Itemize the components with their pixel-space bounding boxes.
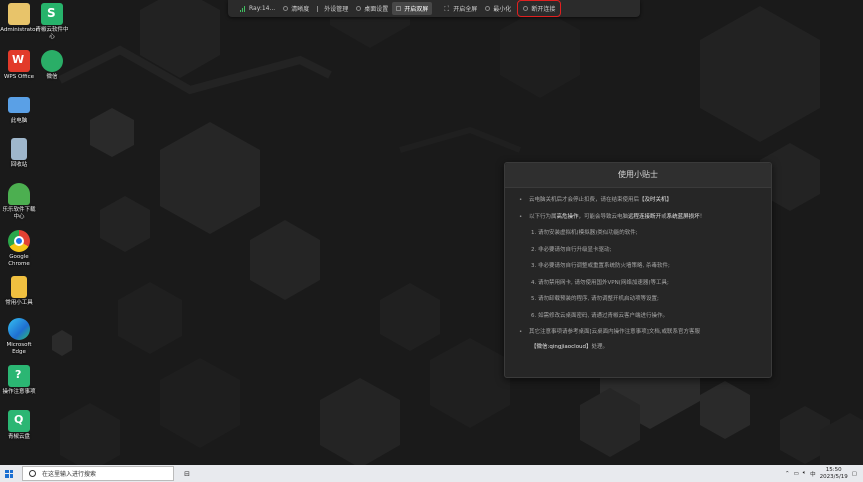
computer-icon	[8, 97, 30, 113]
toolbar-fullscreen-label: 开启全屏	[453, 6, 478, 13]
disconnect-icon	[523, 6, 529, 11]
tip-sub-item: 4. 请勿禁用网卡, 请勿使用国外VPN(网络加速器)等工具;	[531, 279, 669, 286]
ime-icon[interactable]: 中	[810, 470, 816, 478]
tip-sub-item: 3. 非必要请勿自行调整或重置系统防火墙策略, 杀毒软件;	[531, 263, 670, 269]
folder-user-icon	[8, 3, 30, 25]
toolbar-ray-status[interactable]: Ray:14...	[236, 2, 279, 15]
volume-icon[interactable]: 🔈︎	[803, 470, 806, 477]
tip-strong: 【微信:qingjiaocloud】	[531, 343, 592, 350]
taskbar: 在这里输入进行搜索 ⊟ ⌃ ▭ 🔈︎ 中 15:50 2023/5/19 ▢	[0, 465, 863, 482]
tip-sub-item: 6. 如需修改云桌面密码, 请通过青椒云客户端进行操作。	[531, 312, 668, 319]
tip-text: ，可能会导致云电脑	[578, 213, 629, 220]
taskbar-search-box[interactable]: 在这里输入进行搜索	[22, 466, 174, 481]
qingjiao-s-icon: S	[41, 3, 63, 25]
clock-date: 2023/5/19	[819, 473, 848, 480]
desktop-icon-qingjiao-center[interactable]: S 青椒云软件中心	[33, 3, 71, 41]
desktop-icon-download-center[interactable]: 乐乐软件下载中心	[0, 183, 38, 221]
desktop: Administrator S 青椒云软件中心 W WPS Office 微信 …	[0, 0, 863, 465]
signal-icon	[240, 5, 246, 12]
wps-icon: W	[8, 50, 30, 72]
toolbar-disconnect-label: 断开连接	[531, 6, 556, 13]
toolbar-disconnect-button[interactable]: 断开连接	[517, 0, 562, 17]
task-view-icon: ⊟	[184, 469, 190, 478]
start-button[interactable]	[0, 465, 18, 482]
toolbar-dual-screen-label: 开启双屏	[404, 6, 429, 13]
fullscreen-icon: ⛶	[444, 4, 450, 13]
desktop-icon-wechat[interactable]: 微信	[33, 50, 71, 81]
desktop-icon-label: 青椒云盘	[7, 434, 30, 440]
minimize-icon	[485, 6, 491, 11]
tip-sub-item: 5. 请勿卸载预装的程序, 请勿调整开机启动项等设置;	[531, 296, 659, 302]
wechat-icon	[41, 50, 63, 72]
note-icon: ?	[8, 365, 30, 387]
desktop-icon-cloud-disk[interactable]: Q 青椒云盘	[0, 410, 38, 441]
tools-folder-icon	[11, 276, 27, 298]
toolbar-clarity-label: 清晰度	[291, 6, 310, 13]
tip-item: • 云电脑关机后才会停止扣费，请在结束使用后【及时关机】	[519, 197, 673, 203]
desktop-icon-tools[interactable]: 常用小工具	[0, 276, 38, 307]
toolbar-peripheral-label: 外设管理	[324, 6, 349, 13]
desktop-icon-label: Google Chrome	[8, 254, 30, 267]
tips-title: 使用小贴士	[505, 163, 771, 188]
network-icon[interactable]: ▭	[794, 471, 799, 477]
tip-text: ！	[699, 213, 706, 220]
desktop-icon-label: 青椒云软件中心	[35, 27, 69, 40]
desktop-icon-label: 操作注意事项	[2, 389, 36, 395]
tip-text: 云电脑关机后才会停止扣费，请在结束使用后	[529, 197, 640, 203]
taskbar-clock[interactable]: 15:50 2023/5/19	[820, 467, 848, 480]
tip-sub-item: 2. 非必要请勿自行升级显卡驱动;	[531, 246, 612, 253]
recycle-bin-icon	[11, 138, 27, 160]
clarity-icon	[283, 6, 289, 11]
search-placeholder: 在这里输入进行搜索	[42, 471, 97, 478]
desktop-icon-chrome[interactable]: Google Chrome	[0, 230, 38, 268]
tips-body: • 云电脑关机后才会停止扣费，请在结束使用后【及时关机】 • 以下行为属高危操作…	[505, 188, 771, 351]
desktop-icon-label: 乐乐软件下载中心	[2, 207, 36, 220]
toolbar-desktop-settings[interactable]: 桌面设置	[352, 2, 392, 15]
cloud-disk-icon: Q	[8, 410, 30, 432]
edge-icon	[8, 318, 30, 340]
toolbar-fullscreen[interactable]: ⛶ 开启全屏	[440, 2, 481, 15]
tip-item: • 其它注意事项请参考桌面[云桌面内操作注意事项]文档,或联系官方客服	[519, 329, 701, 335]
toolbar-dual-screen[interactable]: 开启双屏	[392, 2, 433, 15]
toolbar-desktop-settings-label: 桌面设置	[364, 6, 389, 13]
tip-strong: 【及时关机】	[639, 197, 673, 203]
desktop-icon-label: 回收站	[10, 162, 28, 168]
tips-panel: 使用小贴士 • 云电脑关机后才会停止扣费，请在结束使用后【及时关机】 • 以下行…	[504, 162, 772, 378]
desktop-icon-notes[interactable]: ? 操作注意事项	[0, 365, 38, 396]
toolbar-ray-label: Ray:14...	[249, 5, 276, 12]
chrome-icon	[8, 230, 30, 252]
desktop-icon-label: 微信	[46, 74, 58, 80]
tip-strong: 远程连接断开	[628, 213, 662, 220]
toolbar-clarity[interactable]: 清晰度	[279, 2, 313, 15]
task-view-button[interactable]: ⊟	[180, 466, 194, 481]
tip-continuation: 【微信:qingjiaocloud】处理。	[519, 343, 759, 351]
peripheral-icon	[317, 5, 321, 12]
tip-text: 处理。	[591, 343, 609, 350]
tip-sub-item: 1. 请勿安装虚拟机(模拟器)类似功能的软件;	[531, 230, 638, 236]
dual-screen-icon	[396, 6, 402, 11]
toolbar-minimize[interactable]: 最小化	[481, 2, 515, 15]
notification-icon[interactable]: ▢	[852, 471, 857, 477]
toolbar-peripheral[interactable]: 外设管理	[313, 2, 352, 15]
tip-strong: 系统蓝屏损坏	[666, 213, 700, 220]
tip-text: 以下行为属	[529, 213, 557, 220]
tip-strong: 高危操作	[556, 213, 579, 220]
desktop-icon-edge[interactable]: Microsoft Edge	[0, 318, 38, 356]
desktop-icon-this-pc[interactable]: 此电脑	[0, 94, 38, 125]
search-icon	[29, 470, 36, 477]
desktop-icon-label: 此电脑	[10, 118, 28, 124]
toolbar-minimize-label: 最小化	[493, 6, 512, 13]
remote-toolbar: Ray:14... 清晰度 外设管理 桌面设置 开启双屏 ⛶ 开启全屏 最小化	[228, 0, 640, 17]
tip-item: • 以下行为属高危操作，可能会导致云电脑远程连接断开或系统蓝屏损坏！	[519, 213, 706, 220]
windows-logo-icon	[5, 469, 13, 478]
desktop-settings-icon	[356, 6, 362, 11]
tip-text: 其它注意事项请参考桌面[云桌面内操作注意事项]文档,或联系官方客服	[529, 329, 701, 335]
system-tray: ⌃ ▭ 🔈︎ 中 15:50 2023/5/19 ▢	[785, 465, 863, 482]
tree-icon	[8, 183, 30, 205]
desktop-icon-label: Microsoft Edge	[6, 342, 32, 355]
desktop-icon-recycle-bin[interactable]: 回收站	[0, 138, 38, 169]
tray-overflow-chevron-icon[interactable]: ⌃	[785, 471, 790, 477]
desktop-icon-label: 常用小工具	[5, 300, 33, 306]
